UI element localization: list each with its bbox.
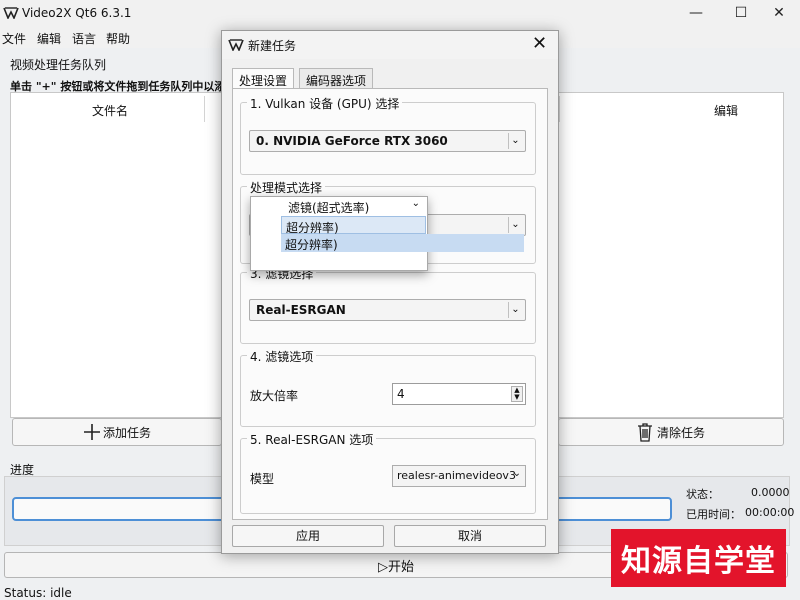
menu-help[interactable]: 帮助	[106, 30, 130, 47]
gpu-group-title: 1. Vulkan 设备 (GPU) 选择	[247, 95, 403, 112]
gpu-select-value: 0. NVIDIA GeForce RTX 3060	[256, 134, 448, 148]
mode-dropdown-item[interactable]: 超分辨率)	[281, 234, 524, 252]
tab-encoder-options[interactable]: 编码器选项	[299, 68, 374, 88]
main-titlebar: Video2X Qt6 6.3.1 — ☐ ✕	[0, 0, 800, 28]
elapsed-time-value: 00:00:00	[745, 506, 795, 519]
minimize-button[interactable]: —	[681, 2, 711, 24]
elapsed-time-label: 已用时间：	[686, 508, 741, 521]
esrgan-options-title: 5. Real-ESRGAN 选项	[247, 431, 377, 448]
mode-group-title: 处理模式选择	[247, 179, 326, 196]
column-divider	[559, 96, 560, 122]
scale-label: 放大倍率	[250, 389, 299, 403]
column-divider	[204, 96, 205, 122]
status-label: 状态：	[686, 488, 719, 501]
menu-file[interactable]: 文件	[2, 30, 26, 47]
apply-button[interactable]: 应用	[232, 525, 384, 547]
scale-value: 4	[397, 387, 405, 401]
video2x-logo-icon	[228, 39, 244, 51]
mode-dropdown-item[interactable]: 超分辨率)	[281, 216, 426, 235]
model-select[interactable]: realesr-animevideov3 ⌄	[392, 465, 526, 487]
filter-select-value: Real-ESRGAN	[256, 303, 346, 317]
column-header-file-name[interactable]: 文件名	[92, 102, 128, 119]
add-task-button[interactable]: 添加任务	[12, 418, 222, 446]
chevron-down-icon: ⌄	[512, 468, 521, 479]
app-title: Video2X Qt6 6.3.1	[22, 6, 132, 20]
chevron-down-icon: ⌄	[508, 133, 522, 149]
plus-icon	[83, 424, 100, 440]
spin-arrows-icon[interactable]: ▲ ▼	[511, 386, 523, 402]
chevron-down-icon: ⌄	[411, 198, 420, 209]
start-button-label: ▷开始	[378, 559, 414, 575]
menu-edit[interactable]: 编辑	[37, 30, 61, 47]
mode-dropdown-current[interactable]: 滤镜(超式选率) ⌄	[284, 197, 426, 215]
tab-processing-settings[interactable]: 处理设置	[232, 68, 295, 89]
clear-tasks-button[interactable]: 清除任务	[558, 418, 784, 446]
filter-select[interactable]: Real-ESRGAN ⌄	[249, 299, 526, 321]
add-task-label: 添加任务	[102, 425, 151, 440]
trash-icon	[637, 423, 652, 442]
maximize-button[interactable]: ☐	[726, 2, 756, 24]
status-value: 0.0000	[751, 486, 790, 499]
video2x-logo-icon	[3, 7, 19, 19]
dialog-close-button[interactable]: ✕	[532, 34, 547, 54]
model-select-value: realesr-animevideov3	[397, 469, 516, 482]
scale-spinbox[interactable]: 4 ▲ ▼	[392, 383, 526, 405]
gpu-select[interactable]: 0. NVIDIA GeForce RTX 3060 ⌄	[249, 130, 526, 152]
mode-dropdown-current-label: 滤镜(超式选率)	[288, 201, 370, 215]
status-bar-text: Status: idle	[4, 586, 72, 600]
dialog-title: 新建任务	[248, 39, 297, 53]
filter-options-title: 4. 滤镜选项	[247, 348, 317, 365]
close-button[interactable]: ✕	[764, 2, 794, 24]
model-label: 模型	[250, 472, 275, 486]
cancel-button[interactable]: 取消	[394, 525, 546, 547]
dialog-titlebar: 新建任务 ✕	[222, 31, 558, 59]
chevron-down-icon: ⌄	[508, 217, 522, 233]
menu-language[interactable]: 语言	[72, 30, 96, 47]
watermark-logo: 知源自学堂	[611, 529, 786, 587]
chevron-down-icon: ⌄	[508, 302, 522, 318]
clear-tasks-label: 清除任务	[656, 425, 705, 440]
queue-group-label: 视频处理任务队列	[10, 58, 107, 72]
column-header-edit[interactable]: 编辑	[714, 102, 738, 119]
